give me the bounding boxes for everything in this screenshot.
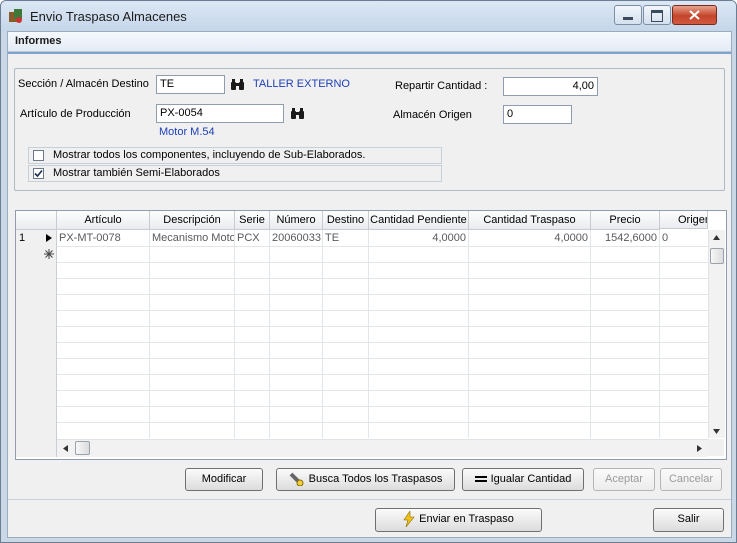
client-area: Informes Sección / Almacén Destino TE TA… <box>7 31 732 538</box>
grid-corner-header <box>16 211 57 230</box>
menu-informes[interactable]: Informes <box>15 35 61 47</box>
articulo-input[interactable]: PX-0054 <box>156 104 284 123</box>
footer-divider <box>8 499 731 500</box>
cell-cantidad-traspaso[interactable]: 4,0000 <box>469 230 590 246</box>
igualar-cantidad-button-label: Igualar Cantidad <box>490 473 572 485</box>
table-row[interactable]: 1 PX-MT-0078 Mecanismo Motor PCX 2006003… <box>16 230 708 246</box>
new-row-asterisk-icon <box>44 249 54 259</box>
scrollbar-corner <box>708 439 724 456</box>
scroll-down-icon[interactable] <box>713 429 720 434</box>
checkmark-icon <box>34 169 43 178</box>
enviar-traspaso-button-label: Enviar en Traspaso <box>419 513 514 525</box>
column-header-numero[interactable]: Número <box>270 211 323 230</box>
row-header-column <box>16 211 57 457</box>
busca-todos-button-label: Busca Todos los Traspasos <box>308 473 443 485</box>
column-header-cantidad-traspaso[interactable]: Cantidad Traspaso <box>469 211 591 230</box>
minimize-button[interactable] <box>614 5 642 25</box>
repartir-label: Repartir Cantidad : <box>395 80 488 92</box>
cancelar-button[interactable]: Cancelar <box>660 468 722 491</box>
scroll-up-icon[interactable] <box>713 235 720 240</box>
componentes-checkbox-label: Mostrar todos los componentes, incluyend… <box>53 149 366 161</box>
equals-icon <box>474 476 487 483</box>
vertical-scrollbar[interactable] <box>708 230 725 438</box>
cell-precio[interactable]: 1542,6000 <box>591 230 659 246</box>
lightning-icon <box>403 511 415 528</box>
title-bar[interactable]: Envio Traspaso Almacenes <box>1 1 736 31</box>
scroll-left-icon[interactable] <box>63 445 68 452</box>
seccion-label: Sección / Almacén Destino <box>18 78 149 90</box>
close-button[interactable] <box>672 5 717 25</box>
cell-origen[interactable]: 0 <box>660 230 708 246</box>
horizontal-scroll-thumb[interactable] <box>75 441 90 455</box>
aceptar-button-label: Aceptar <box>605 473 643 485</box>
column-header-origen[interactable]: Origen <box>660 211 708 229</box>
articulo-label: Artículo de Producción <box>20 108 131 120</box>
repartir-input[interactable]: 4,00 <box>503 77 598 96</box>
cell-cantidad-pendiente[interactable]: 4,0000 <box>369 230 468 246</box>
checkbox-row-componentes[interactable]: Mostrar todos los componentes, incluyend… <box>28 147 442 164</box>
aceptar-button[interactable]: Aceptar <box>593 468 655 491</box>
cell-articulo[interactable]: PX-MT-0078 <box>57 230 149 246</box>
almacen-origen-label: Almacén Origen <box>393 109 472 121</box>
salir-button-label: Salir <box>677 513 700 525</box>
column-header-descripcion[interactable]: Descripción <box>150 211 235 230</box>
close-icon <box>689 10 700 20</box>
seccion-input[interactable]: TE <box>156 75 225 94</box>
row-index: 1 <box>19 232 26 244</box>
enviar-traspaso-button[interactable]: Enviar en Traspaso <box>375 508 542 532</box>
column-header-articulo[interactable]: Artículo <box>57 211 150 230</box>
articulo-description: Motor M.54 <box>159 126 215 138</box>
maximize-icon <box>651 10 663 22</box>
traspasos-grid: Artículo Descripción Serie Número Destin… <box>15 210 727 460</box>
current-row-arrow-icon <box>46 234 52 242</box>
menu-bar: Informes <box>8 32 731 52</box>
filter-panel: Sección / Almacén Destino TE TALLER EXTE… <box>14 68 725 191</box>
column-header-destino[interactable]: Destino <box>323 211 369 230</box>
modificar-button[interactable]: Modificar <box>185 468 263 491</box>
cell-numero[interactable]: 20060033 <box>270 230 322 246</box>
binoculars-search-icon[interactable] <box>230 79 246 91</box>
vertical-scroll-thumb[interactable] <box>710 248 724 264</box>
app-icon <box>9 9 22 23</box>
minimize-icon <box>623 17 633 20</box>
window-title: Envio Traspaso Almacenes <box>30 9 187 24</box>
cancelar-button-label: Cancelar <box>668 473 714 485</box>
almacen-origen-input[interactable]: 0 <box>503 105 572 124</box>
checkbox-row-semielaborados[interactable]: Mostrar también Semi-Elaborados <box>28 165 442 182</box>
busca-todos-button[interactable]: Busca Todos los Traspasos <box>276 468 455 491</box>
modificar-button-label: Modificar <box>201 473 247 485</box>
column-header-serie[interactable]: Serie <box>235 211 270 230</box>
binoculars-search-icon[interactable] <box>290 108 306 120</box>
scroll-right-icon[interactable] <box>697 445 702 452</box>
componentes-checkbox[interactable] <box>33 150 44 161</box>
seccion-description: TALLER EXTERNO <box>253 78 350 90</box>
menu-divider <box>8 52 731 54</box>
main-window: Envio Traspaso Almacenes Informes Secció… <box>0 0 737 543</box>
horizontal-scrollbar[interactable] <box>57 439 708 457</box>
salir-button[interactable]: Salir <box>653 508 724 532</box>
semielaborados-checkbox[interactable] <box>33 168 44 179</box>
column-header-cantidad-pendiente[interactable]: Cantidad Pendiente <box>369 211 469 230</box>
column-header-precio[interactable]: Precio <box>591 211 660 230</box>
semielaborados-checkbox-label: Mostrar también Semi-Elaborados <box>53 167 220 179</box>
cell-destino[interactable]: TE <box>323 230 368 246</box>
maximize-button[interactable] <box>643 5 671 25</box>
igualar-cantidad-button[interactable]: Igualar Cantidad <box>462 468 584 491</box>
flashlight-icon <box>289 472 304 487</box>
cell-serie[interactable]: PCX <box>235 230 269 246</box>
cell-descripcion[interactable]: Mecanismo Motor <box>150 230 234 246</box>
